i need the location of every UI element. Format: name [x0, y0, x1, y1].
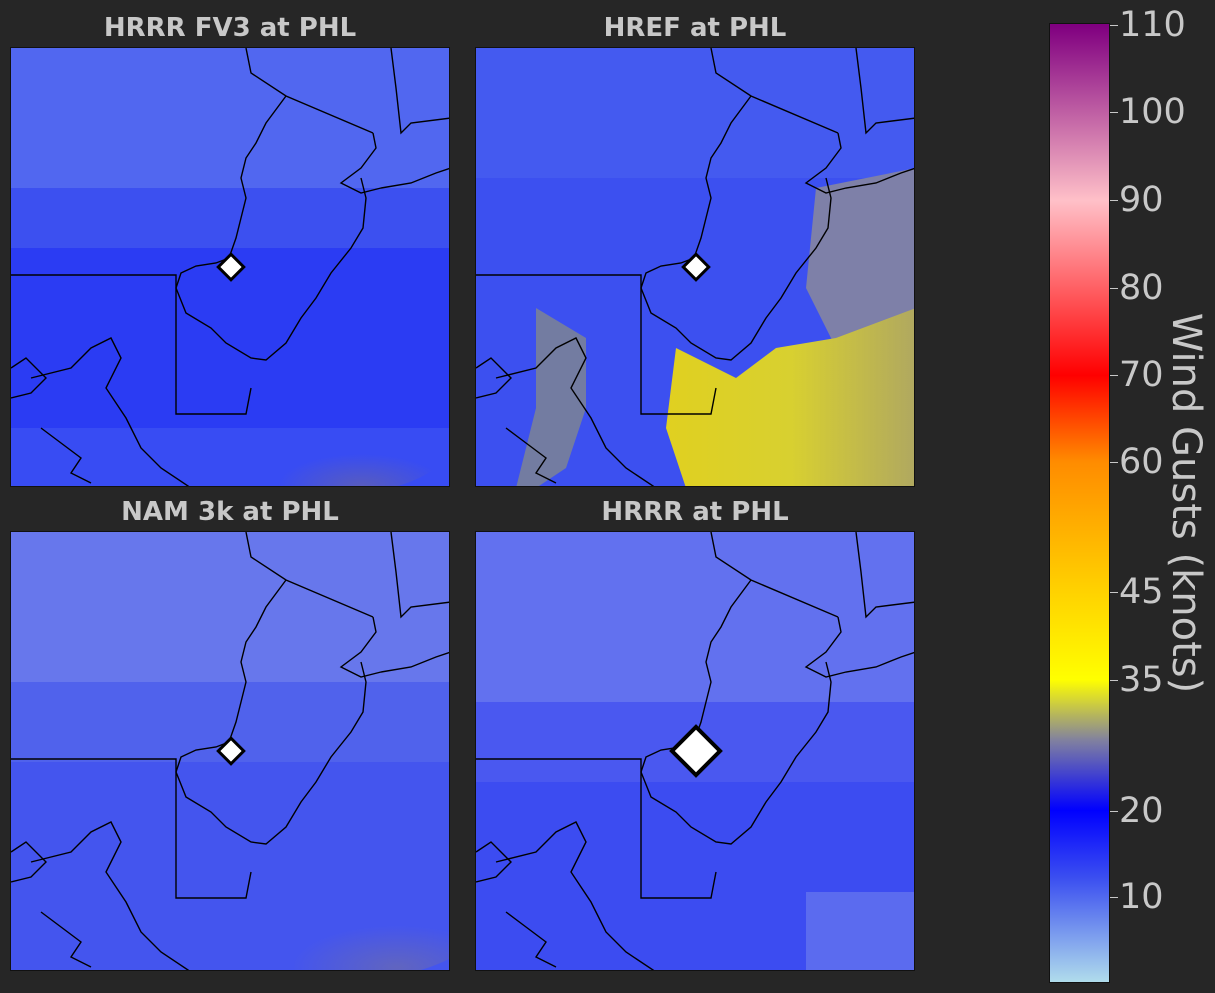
colorbar-label: Wind Gusts (knots) [1163, 312, 1209, 694]
colorbar-tick [1110, 25, 1118, 26]
colorbar-tick-label: 90 [1119, 180, 1164, 220]
colorbar-tick-label: 10 [1119, 877, 1164, 917]
colorbar-tick [1110, 811, 1118, 812]
colorbar-tick-label: 35 [1119, 660, 1164, 700]
panel-title-nam-3k: NAM 3k at PHL [121, 497, 339, 527]
colorbar-tick [1110, 200, 1118, 201]
colorbar-tick [1110, 288, 1118, 289]
colorbar-tick [1110, 897, 1118, 898]
map-nam-3k [10, 531, 450, 971]
colorbar-tick-label: 100 [1119, 92, 1186, 132]
map-hrrr [475, 531, 915, 971]
colorbar-tick [1110, 375, 1118, 376]
colorbar-tick [1110, 462, 1118, 463]
panel-title-href: HREF at PHL [603, 13, 787, 43]
colorbar-tick-label: 80 [1119, 268, 1164, 308]
colorbar-tick-label: 45 [1119, 572, 1164, 612]
colorbar [1049, 23, 1110, 983]
colorbar-tick-label: 70 [1119, 355, 1164, 395]
map-href [475, 47, 915, 487]
map-hrrr-fv3 [10, 47, 450, 487]
colorbar-tick [1110, 112, 1118, 113]
panel-title-hrrr: HRRR at PHL [601, 497, 789, 527]
colorbar-tick-label: 60 [1119, 442, 1164, 482]
colorbar-tick [1110, 680, 1118, 681]
colorbar-tick-label: 20 [1119, 791, 1164, 831]
colorbar-tick [1110, 592, 1118, 593]
panel-title-hrrr-fv3: HRRR FV3 at PHL [103, 13, 357, 43]
colorbar-tick-label: 110 [1119, 5, 1186, 45]
